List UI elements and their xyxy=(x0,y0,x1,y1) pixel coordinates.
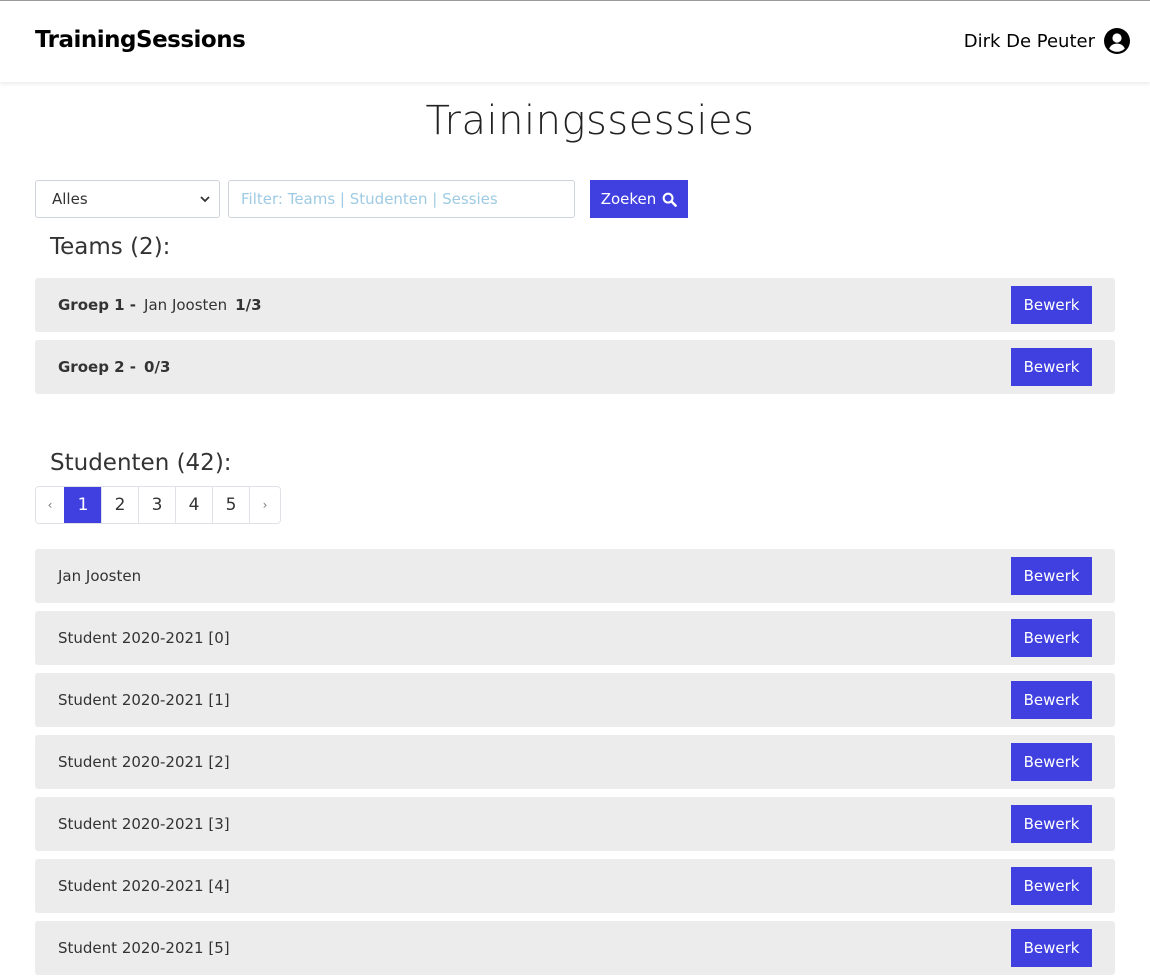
student-name: Student 2020-2021 [5] xyxy=(58,939,230,957)
team-name: Groep 1 - xyxy=(58,296,137,314)
filter-type-value: Alles xyxy=(52,190,88,208)
filter-type-select[interactable]: Alles xyxy=(35,180,220,218)
pagination-next[interactable]: › xyxy=(249,487,280,523)
user-menu[interactable]: Dirk De Peuter xyxy=(964,28,1130,54)
student-row: Student 2020-2021 [0] Bewerk xyxy=(35,611,1115,665)
pagination-page-1[interactable]: 1 xyxy=(64,487,101,523)
search-input[interactable] xyxy=(228,180,575,218)
pagination-page-3[interactable]: 3 xyxy=(138,487,175,523)
edit-button[interactable]: Bewerk xyxy=(1011,867,1092,905)
edit-button[interactable]: Bewerk xyxy=(1011,286,1092,324)
search-icon xyxy=(662,192,678,207)
top-navbar: TrainingSessions Dirk De Peuter xyxy=(0,0,1150,82)
edit-button[interactable]: Bewerk xyxy=(1011,348,1092,386)
search-button[interactable]: Zoeken xyxy=(590,180,688,218)
pagination-prev[interactable]: ‹ xyxy=(36,487,64,523)
student-name: Student 2020-2021 [1] xyxy=(58,691,230,709)
student-row: Student 2020-2021 [1] Bewerk xyxy=(35,673,1115,727)
team-member: Jan Joosten xyxy=(144,296,228,314)
pagination-page-5[interactable]: 5 xyxy=(212,487,249,523)
user-circle-icon[interactable] xyxy=(1104,28,1130,54)
search-button-label: Zoeken xyxy=(600,190,657,208)
edit-button[interactable]: Bewerk xyxy=(1011,743,1092,781)
pagination-page-4[interactable]: 4 xyxy=(175,487,212,523)
edit-button[interactable]: Bewerk xyxy=(1011,557,1092,595)
teams-section-title: Teams (2): xyxy=(50,234,171,260)
student-name: Jan Joosten xyxy=(58,567,142,585)
team-row: Groep 2 - 0/3 Bewerk xyxy=(35,340,1115,394)
student-row: Student 2020-2021 [2] Bewerk xyxy=(35,735,1115,789)
brand-logo[interactable]: TrainingSessions xyxy=(35,27,246,53)
student-name: Student 2020-2021 [3] xyxy=(58,815,230,833)
edit-button[interactable]: Bewerk xyxy=(1011,805,1092,843)
edit-button[interactable]: Bewerk xyxy=(1011,619,1092,657)
student-row: Student 2020-2021 [3] Bewerk xyxy=(35,797,1115,851)
student-row: Student 2020-2021 [4] Bewerk xyxy=(35,859,1115,913)
student-row: Student 2020-2021 [5] Bewerk xyxy=(35,921,1115,975)
edit-button[interactable]: Bewerk xyxy=(1011,929,1092,967)
student-name: Student 2020-2021 [4] xyxy=(58,877,230,895)
pagination: ‹ 1 2 3 4 5 › xyxy=(35,486,281,524)
team-count: 0/3 xyxy=(144,358,171,376)
team-name: Groep 2 - xyxy=(58,358,137,376)
user-name[interactable]: Dirk De Peuter xyxy=(964,31,1095,52)
pagination-page-2[interactable]: 2 xyxy=(101,487,138,523)
chevron-down-icon xyxy=(200,196,210,203)
team-row: Groep 1 - Jan Joosten 1/3 Bewerk xyxy=(35,278,1115,332)
edit-button[interactable]: Bewerk xyxy=(1011,681,1092,719)
page-title: Trainingssessies xyxy=(425,98,755,144)
students-section-title: Studenten (42): xyxy=(50,450,232,476)
student-name: Student 2020-2021 [0] xyxy=(58,629,230,647)
student-row: Jan Joosten Bewerk xyxy=(35,549,1115,603)
student-name: Student 2020-2021 [2] xyxy=(58,753,230,771)
team-count: 1/3 xyxy=(235,296,262,314)
